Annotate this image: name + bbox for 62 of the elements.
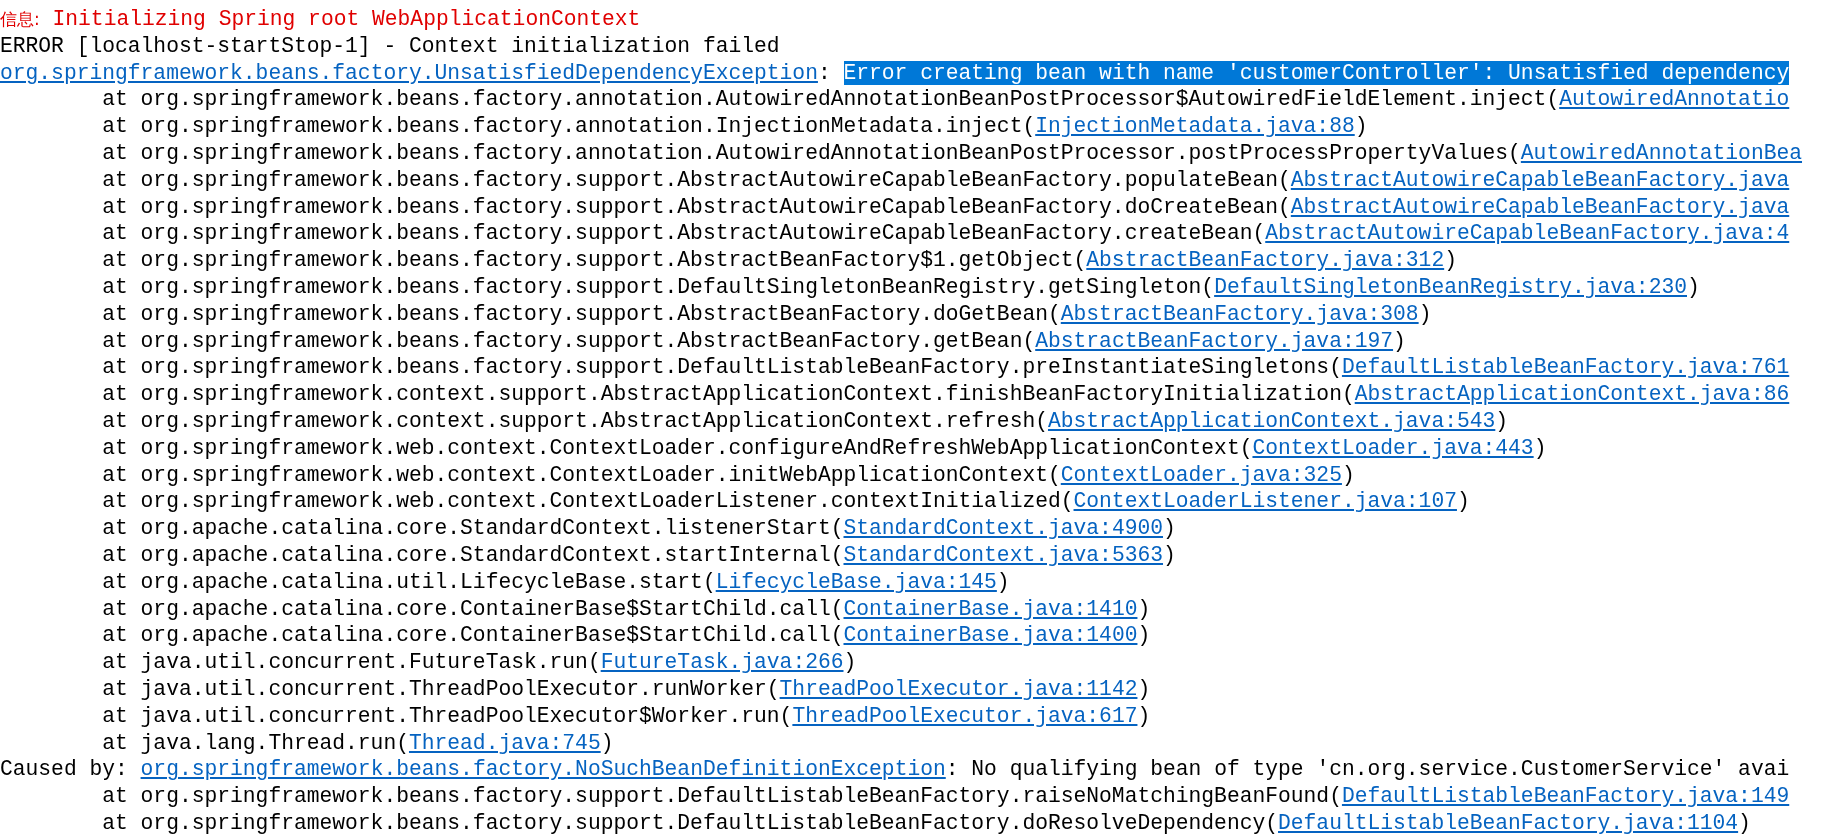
log-level-label: 信息: [0,8,40,31]
source-link[interactable]: FutureTask.java:266 [600,650,844,675]
stack-trace-line: at org.springframework.beans.factory.annotation.AutowiredAnnotationBeanPostProcessor$AutowiredFieldElement.inject(AutowiredAnnotatio [102,86,1790,114]
source-link[interactable]: ContainerBase.java:1410 [843,596,1138,621]
source-link[interactable]: AutowiredAnnotationBea [1520,141,1802,165]
stack-trace-line: at org.springframework.beans.factory.annotation.InjectionMetadata.inject(InjectionMetadata.java:88) [102,113,1368,140]
stack-trace-line: at org.springframework.beans.factory.annotation.AutowiredAnnotationBeanPostProcessor.postProcessPropertyValues(AutowiredAnnotationBea [102,140,1802,167]
stack-trace-line: at org.springframework.context.support.AbstractApplicationContext.refresh(AbstractApplicationContext.java:543) [102,407,1509,435]
stack-trace-line: at org.springframework.web.context.ContextLoaderListener.contextInitialized(ContextLoaderListener.java:107) [102,488,1470,516]
source-link[interactable]: AbstractBeanFactory.java:197 [1035,328,1394,353]
source-link[interactable]: AbstractApplicationContext.java:86 [1354,382,1790,407]
source-link[interactable]: StandardContext.java:5363 [843,542,1163,567]
stack-trace-line: at org.springframework.beans.factory.support.DefaultSingletonBeanRegistry.getSingleton(DefaultSingletonBeanRegistry.java:230) [102,273,1700,301]
source-link[interactable]: DefaultListableBeanFactory.java:761 [1341,355,1790,380]
stack-trace-line: at org.springframework.web.context.ContextLoader.configureAndRefreshWebApplicationContext(ContextLoader.java:443) [102,434,1547,462]
stack-trace-line: at org.springframework.beans.factory.support.DefaultListableBeanFactory.raiseNoMatchingBeanFound(DefaultListableBeanFactory.java:149 [102,783,1790,810]
source-link[interactable]: InjectionMetadata.java:88 [1035,114,1355,139]
stack-trace-line: at org.apache.catalina.core.ContainerBase$StartChild.call(ContainerBase.java:1400) [102,622,1151,650]
source-link[interactable]: DefaultListableBeanFactory.java:1104 [1278,810,1739,835]
stack-trace-line: at org.springframework.beans.factory.support.DefaultListableBeanFactory.doResolveDependency(DefaultListableBeanFactory.java:1104) [102,809,1751,836]
source-link[interactable]: ContextLoaderListener.java:107 [1073,489,1457,514]
exception-line: org.springframework.beans.factory.UnsatisfiedDependencyException: Error creating bean with name 'customerController': Unsatisfied dependency [0,59,1790,87]
source-link[interactable]: AbstractBeanFactory.java:312 [1086,248,1445,273]
stack-trace-line: at org.apache.catalina.core.StandardContext.listenerStart(StandardContext.java:4900) [102,515,1176,542]
source-link[interactable]: StandardContext.java:4900 [843,516,1163,541]
stack-trace-line: at java.util.concurrent.ThreadPoolExecutor.runWorker(ThreadPoolExecutor.java:1142) [102,675,1151,703]
stack-trace-line: at org.springframework.web.context.ContextLoader.initWebApplicationContext(ContextLoader.java:325) [102,461,1355,489]
stack-trace-line: at org.springframework.beans.factory.support.AbstractAutowireCapableBeanFactory.doCreateBean(AbstractAutowireCapableBeanFactory.java [102,193,1790,221]
source-link[interactable]: ContextLoader.java:325 [1060,462,1342,487]
source-link[interactable]: ContainerBase.java:1400 [843,623,1138,648]
stack-trace-line: at org.springframework.beans.factory.support.AbstractBeanFactory.getBean(AbstractBeanFactory.java:197) [102,327,1406,355]
stack-trace-line: at org.apache.catalina.core.StandardContext.startInternal(StandardContext.java:5363) [102,541,1176,569]
stack-trace-line: at java.lang.Thread.run(Thread.java:745) [102,729,614,757]
source-link[interactable]: DefaultSingletonBeanRegistry.java:230 [1214,274,1687,299]
log-message: Initializing Spring root WebApplicationContext [51,6,641,33]
source-link[interactable]: ThreadPoolExecutor.java:1142 [779,676,1138,701]
source-link[interactable]: ThreadPoolExecutor.java:617 [792,703,1138,728]
caused-by-line: Caused by: org.springframework.beans.factory.NoSuchBeanDefinitionException: No qualifying bean of type 'cn.org.service.CustomerService' avai [0,756,1790,784]
source-link[interactable]: AbstractAutowireCapableBeanFactory.java:4 [1265,221,1790,246]
stack-trace-line: at org.apache.catalina.util.LifecycleBase.start(LifecycleBase.java:145) [102,568,1010,596]
stack-trace-line: at java.util.concurrent.FutureTask.run(FutureTask.java:266) [102,649,857,676]
source-link[interactable]: org.springframework.beans.factory.NoSuchBeanDefinitionException [140,757,946,782]
stack-trace-line: at org.springframework.context.support.AbstractApplicationContext.finishBeanFactoryInitialization(AbstractApplicationContext.java:86 [102,381,1790,408]
log-message: ERROR [localhost-startStop-1] - Context initialization failed [0,32,780,60]
source-link[interactable]: AbstractAutowireCapableBeanFactory.java [1290,194,1790,219]
stack-trace-line: at org.springframework.beans.factory.support.AbstractBeanFactory.doGetBean(AbstractBeanFactory.java:308) [102,300,1432,328]
source-link[interactable]: ContextLoader.java:443 [1252,435,1534,460]
stack-trace-line: at java.util.concurrent.ThreadPoolExecutor$Worker.run(ThreadPoolExecutor.java:617) [102,702,1151,730]
stack-trace-line: at org.apache.catalina.core.ContainerBase$StartChild.call(ContainerBase.java:1410) [102,595,1151,623]
source-link[interactable]: AbstractBeanFactory.java:308 [1060,301,1419,326]
stack-trace-line: at org.springframework.beans.factory.support.AbstractBeanFactory$1.getObject(AbstractBeanFactory.java:312) [102,247,1457,274]
source-link[interactable]: org.springframework.beans.factory.UnsatisfiedDependencyException [0,60,818,85]
source-link[interactable]: DefaultListableBeanFactory.java:149 [1341,784,1790,809]
source-link[interactable]: LifecycleBase.java:145 [715,569,997,594]
stack-trace-line: at org.springframework.beans.factory.support.AbstractAutowireCapableBeanFactory.populateBean(AbstractAutowireCapableBeanFactory.java [102,166,1790,194]
source-link[interactable]: AbstractAutowireCapableBeanFactory.java [1290,167,1790,192]
selected-text: Error creating bean with name 'customerController': Unsatisfied dependency [843,60,1790,85]
source-link[interactable]: Thread.java:745 [408,730,601,755]
source-link[interactable]: AutowiredAnnotatio [1559,87,1790,112]
source-link[interactable]: AbstractApplicationContext.java:543 [1048,408,1496,433]
stack-trace-line: at org.springframework.beans.factory.support.DefaultListableBeanFactory.preInstantiateSingletons(DefaultListableBeanFactory.java:761 [102,354,1790,382]
stack-trace-line: at org.springframework.beans.factory.support.AbstractAutowireCapableBeanFactory.createBean(AbstractAutowireCapableBeanFactory.java:4 [102,220,1790,248]
